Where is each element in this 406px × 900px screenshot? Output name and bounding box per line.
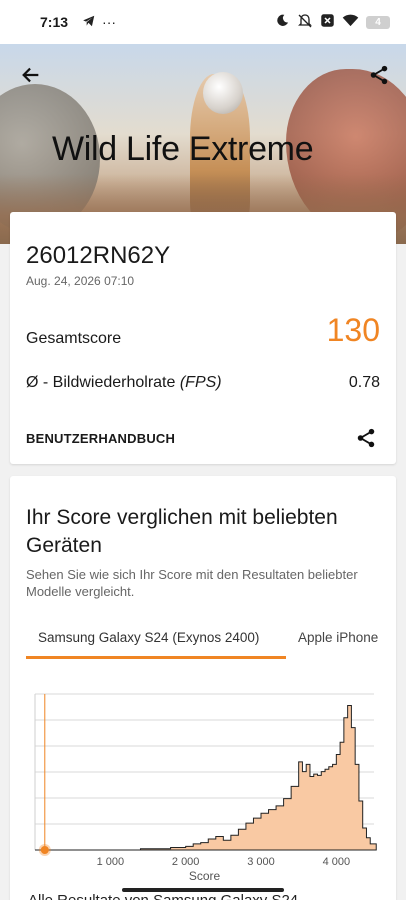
x-axis-label: Score — [189, 869, 221, 883]
tab-apple-iphone[interactable]: Apple iPhone — [298, 630, 378, 645]
total-score-value: 130 — [326, 312, 380, 348]
device-tabs: Samsung Galaxy S24 (Exynos 2400) Apple i… — [26, 624, 396, 660]
status-time: 7:13 — [40, 14, 69, 30]
share-icon — [357, 428, 375, 448]
manual-share-button[interactable] — [354, 426, 378, 450]
user-manual-link[interactable]: BENUTZERHANDBUCH — [26, 431, 175, 446]
x-tick-label: 2 000 — [172, 856, 200, 868]
fps-label-text: Ø - Bildwiederholrate — [26, 374, 180, 391]
all-results-link[interactable]: Alle Resultate von Samsung Galaxy S24 — [28, 892, 298, 900]
fps-label: Ø - Bildwiederholrate (FPS) — [26, 374, 222, 392]
active-tab-indicator — [26, 656, 286, 659]
result-date: Aug. 24, 2026 07:10 — [26, 274, 135, 288]
status-bar: 7:13 ··· 4 — [0, 0, 406, 44]
result-card: 26012RN62Y Aug. 24, 2026 07:10 Gesamtsco… — [10, 212, 396, 464]
compare-subtitle: Sehen Sie wie sich Ihr Score mit den Res… — [26, 567, 358, 599]
share-icon — [370, 65, 388, 85]
share-button[interactable] — [366, 62, 392, 88]
distribution-area — [125, 705, 377, 851]
close-box-icon — [320, 13, 335, 31]
mute-icon — [297, 13, 313, 32]
telegram-icon — [82, 14, 96, 31]
moon-icon — [275, 13, 290, 31]
x-tick-label: 1 000 — [97, 856, 125, 868]
tab-samsung-galaxy-s24[interactable]: Samsung Galaxy S24 (Exynos 2400) — [38, 630, 259, 645]
arrow-left-icon — [22, 67, 39, 83]
hero-art — [203, 72, 243, 114]
gesture-nav-handle[interactable] — [122, 888, 284, 892]
your-score-dot — [40, 846, 49, 854]
fps-unit: (FPS) — [179, 374, 222, 391]
wifi-icon — [342, 13, 359, 31]
x-tick-label: 4 000 — [323, 856, 351, 868]
score-distribution-chart: 1 000 2 000 3 000 4 000 Score — [34, 693, 377, 883]
device-name: 26012RN62Y — [26, 242, 171, 269]
compare-heading: Ihr Score verglichen mit beliebten Gerät… — [26, 506, 338, 557]
total-score-label: Gesamtscore — [26, 330, 122, 347]
back-button[interactable] — [18, 62, 44, 88]
battery-icon: 4 — [366, 15, 390, 29]
more-dots: ··· — [102, 14, 117, 30]
page-title: Wild Life Extreme — [52, 130, 314, 168]
fps-value: 0.78 — [348, 374, 380, 391]
compare-card: Ihr Score verglichen mit beliebten Gerät… — [10, 476, 396, 900]
x-tick-label: 3 000 — [247, 856, 275, 868]
